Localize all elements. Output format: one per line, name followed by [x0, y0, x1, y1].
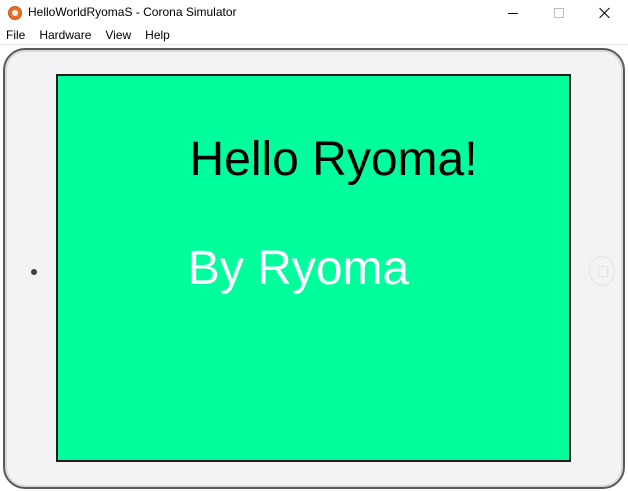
window-title: HelloWorldRyomaS - Corona Simulator: [28, 5, 237, 19]
minimize-button[interactable]: [490, 0, 536, 26]
menu-view[interactable]: View: [98, 26, 138, 45]
hello-text: Hello Ryoma!: [189, 133, 478, 186]
close-button[interactable]: [582, 0, 628, 26]
device-screen[interactable]: Hello Ryoma! By Ryoma: [56, 74, 571, 462]
menu-help[interactable]: Help: [138, 26, 177, 45]
camera-icon: [31, 269, 37, 275]
minimize-icon: [508, 12, 518, 14]
maximize-button[interactable]: [536, 0, 582, 26]
corona-app-icon[interactable]: [8, 6, 22, 20]
home-button[interactable]: [589, 256, 615, 286]
menu-file[interactable]: File: [0, 26, 32, 45]
maximize-icon: [554, 8, 564, 18]
menu-hardware[interactable]: Hardware: [32, 26, 98, 45]
title-bar: HelloWorldRyomaS - Corona Simulator: [0, 0, 628, 26]
by-text: By Ryoma: [187, 242, 410, 295]
menu-bar: File Hardware View Help: [0, 26, 628, 45]
close-icon: [599, 7, 611, 19]
